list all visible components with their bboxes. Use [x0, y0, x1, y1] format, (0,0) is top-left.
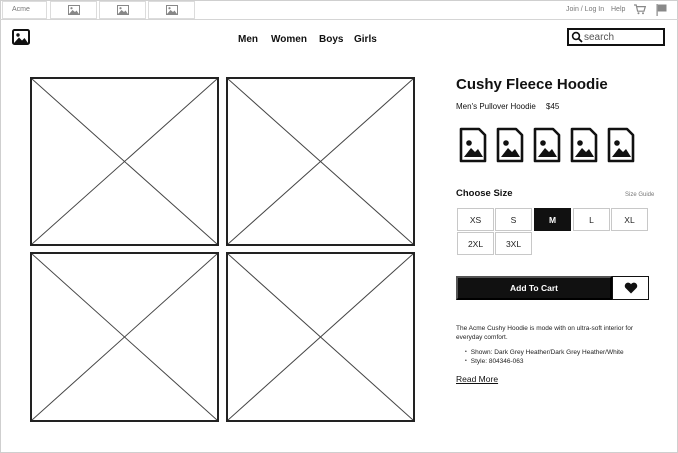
flag-icon[interactable] — [656, 4, 667, 16]
size-option-2xl[interactable]: 2XL — [457, 232, 494, 255]
add-to-cart-button[interactable]: Add To Cart — [456, 276, 612, 300]
image-tab-3[interactable] — [148, 1, 195, 19]
brand-tab[interactable]: Acme — [2, 1, 47, 19]
nav-girls[interactable]: Girls — [354, 34, 377, 45]
color-swatch-3[interactable] — [533, 127, 561, 163]
nav-boys[interactable]: Boys — [319, 34, 343, 45]
size-option-s[interactable]: S — [495, 208, 532, 231]
product-image-2[interactable] — [226, 77, 415, 246]
nav-women[interactable]: Women — [271, 34, 307, 45]
image-icon — [533, 127, 561, 163]
search-icon — [571, 31, 583, 43]
help-link[interactable]: Help — [611, 0, 625, 20]
image-icon — [12, 29, 30, 45]
product-image-1[interactable] — [30, 77, 219, 246]
wishlist-button[interactable] — [612, 276, 649, 300]
size-option-3xl[interactable]: 3XL — [495, 232, 532, 255]
image-icon — [459, 127, 487, 163]
size-guide-link[interactable]: Size Guide — [625, 192, 654, 198]
image-icon — [116, 5, 129, 15]
read-more-link[interactable]: Read More — [456, 374, 498, 384]
product-price: $45 — [546, 102, 560, 111]
size-option-xl[interactable]: XL — [611, 208, 648, 231]
heart-icon — [624, 282, 637, 294]
image-icon — [67, 5, 80, 15]
detail-shown: Shown: Dark Grey Heather/Dark Grey Heath… — [465, 348, 624, 357]
login-link[interactable]: Join / Log In — [566, 0, 604, 20]
detail-style: Style: 804346-063 — [465, 357, 624, 366]
image-tab-2[interactable] — [99, 1, 146, 19]
product-image-4[interactable] — [226, 252, 415, 422]
nav-men[interactable]: Men — [238, 34, 258, 45]
size-heading: Choose Size — [456, 188, 513, 199]
size-option-l[interactable]: L — [573, 208, 610, 231]
cart-icon[interactable] — [634, 4, 647, 16]
size-option-xs[interactable]: XS — [457, 208, 494, 231]
color-swatch-2[interactable] — [496, 127, 524, 163]
image-icon — [570, 127, 598, 163]
image-icon — [496, 127, 524, 163]
product-subtitle: Men's Pullover Hoodie — [456, 102, 536, 111]
product-title: Cushy Fleece Hoodie — [456, 76, 608, 93]
color-swatch-4[interactable] — [570, 127, 598, 163]
image-tab-1[interactable] — [50, 1, 97, 19]
image-icon — [607, 127, 635, 163]
logo[interactable] — [12, 29, 30, 45]
product-image-3[interactable] — [30, 252, 219, 422]
size-option-m[interactable]: M — [534, 208, 571, 231]
product-details-list: Shown: Dark Grey Heather/Dark Grey Heath… — [465, 348, 624, 366]
product-description: The Acme Cushy Hoodie is mode with on ul… — [456, 325, 634, 341]
top-utility-bar: Acme Join / Log In Help — [0, 0, 678, 20]
image-icon — [165, 5, 178, 15]
color-swatch-1[interactable] — [459, 127, 487, 163]
color-swatch-5[interactable] — [607, 127, 635, 163]
search-input[interactable] — [584, 31, 662, 43]
product-subtitle-row: Men's Pullover Hoodie $45 — [456, 102, 567, 111]
search-box[interactable] — [567, 28, 665, 46]
